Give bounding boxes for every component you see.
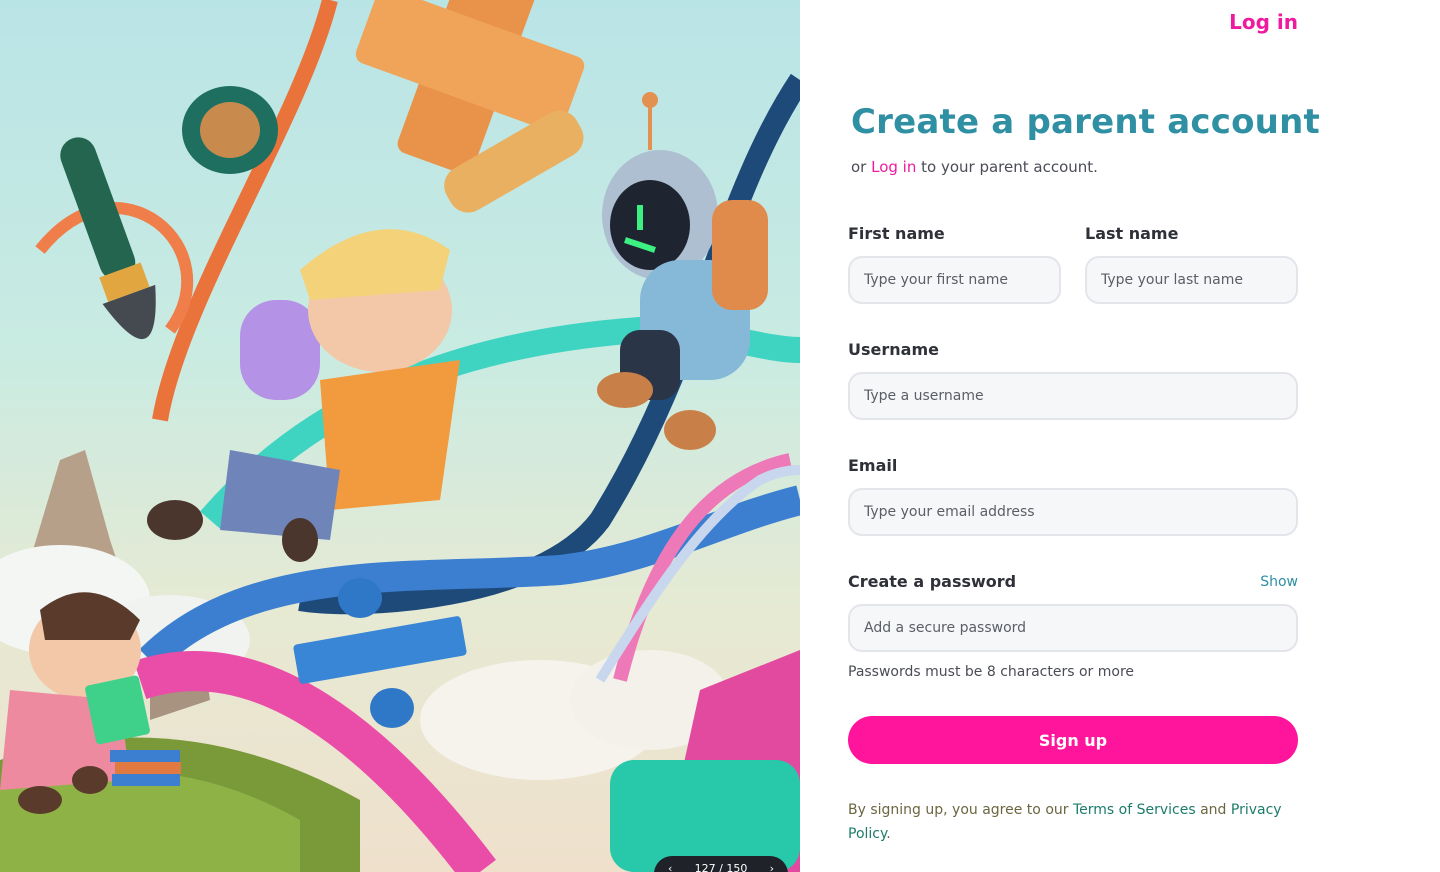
subtitle-prefix: or: [851, 158, 872, 176]
legal-prefix: By signing up, you agree to our: [848, 802, 1073, 818]
chevron-right-icon[interactable]: ›: [770, 862, 774, 872]
signup-page: ‹ 127 / 150 › Log in Create a parent acc…: [0, 0, 1440, 872]
first-name-field[interactable]: [848, 256, 1061, 304]
carousel-counter: 127 / 150: [694, 862, 748, 872]
page-subtitle: or Log in to your parent account.: [851, 156, 1098, 178]
hero-illustration: ‹ 127 / 150 ›: [0, 0, 800, 872]
page-title: Create a parent account: [851, 102, 1320, 142]
first-name-label: First name: [848, 224, 945, 243]
username-label: Username: [848, 340, 939, 359]
terms-link[interactable]: Terms of Services: [1073, 802, 1196, 818]
carousel-pager: ‹ 127 / 150 ›: [654, 856, 788, 872]
password-label: Create a password: [848, 572, 1017, 591]
email-label: Email: [848, 456, 898, 475]
subtitle-login-link[interactable]: Log in: [871, 158, 916, 176]
legal-and: and: [1195, 802, 1231, 818]
chevron-left-icon[interactable]: ‹: [668, 862, 672, 872]
illustration-artwork: [0, 0, 800, 872]
show-password-toggle[interactable]: Show: [1240, 571, 1298, 593]
email-field[interactable]: [848, 488, 1298, 536]
header-login-link[interactable]: Log in: [1200, 8, 1298, 36]
subtitle-suffix: to your parent account.: [916, 158, 1098, 176]
username-field[interactable]: [848, 372, 1298, 420]
legal-suffix: .: [886, 826, 891, 842]
legal-notice: By signing up, you agree to our Terms of…: [848, 798, 1298, 846]
last-name-field[interactable]: [1085, 256, 1298, 304]
password-hint: Passwords must be 8 characters or more: [848, 664, 1135, 680]
last-name-label: Last name: [1085, 224, 1179, 243]
sign-up-button[interactable]: Sign up: [848, 716, 1298, 764]
password-field[interactable]: [848, 604, 1298, 652]
